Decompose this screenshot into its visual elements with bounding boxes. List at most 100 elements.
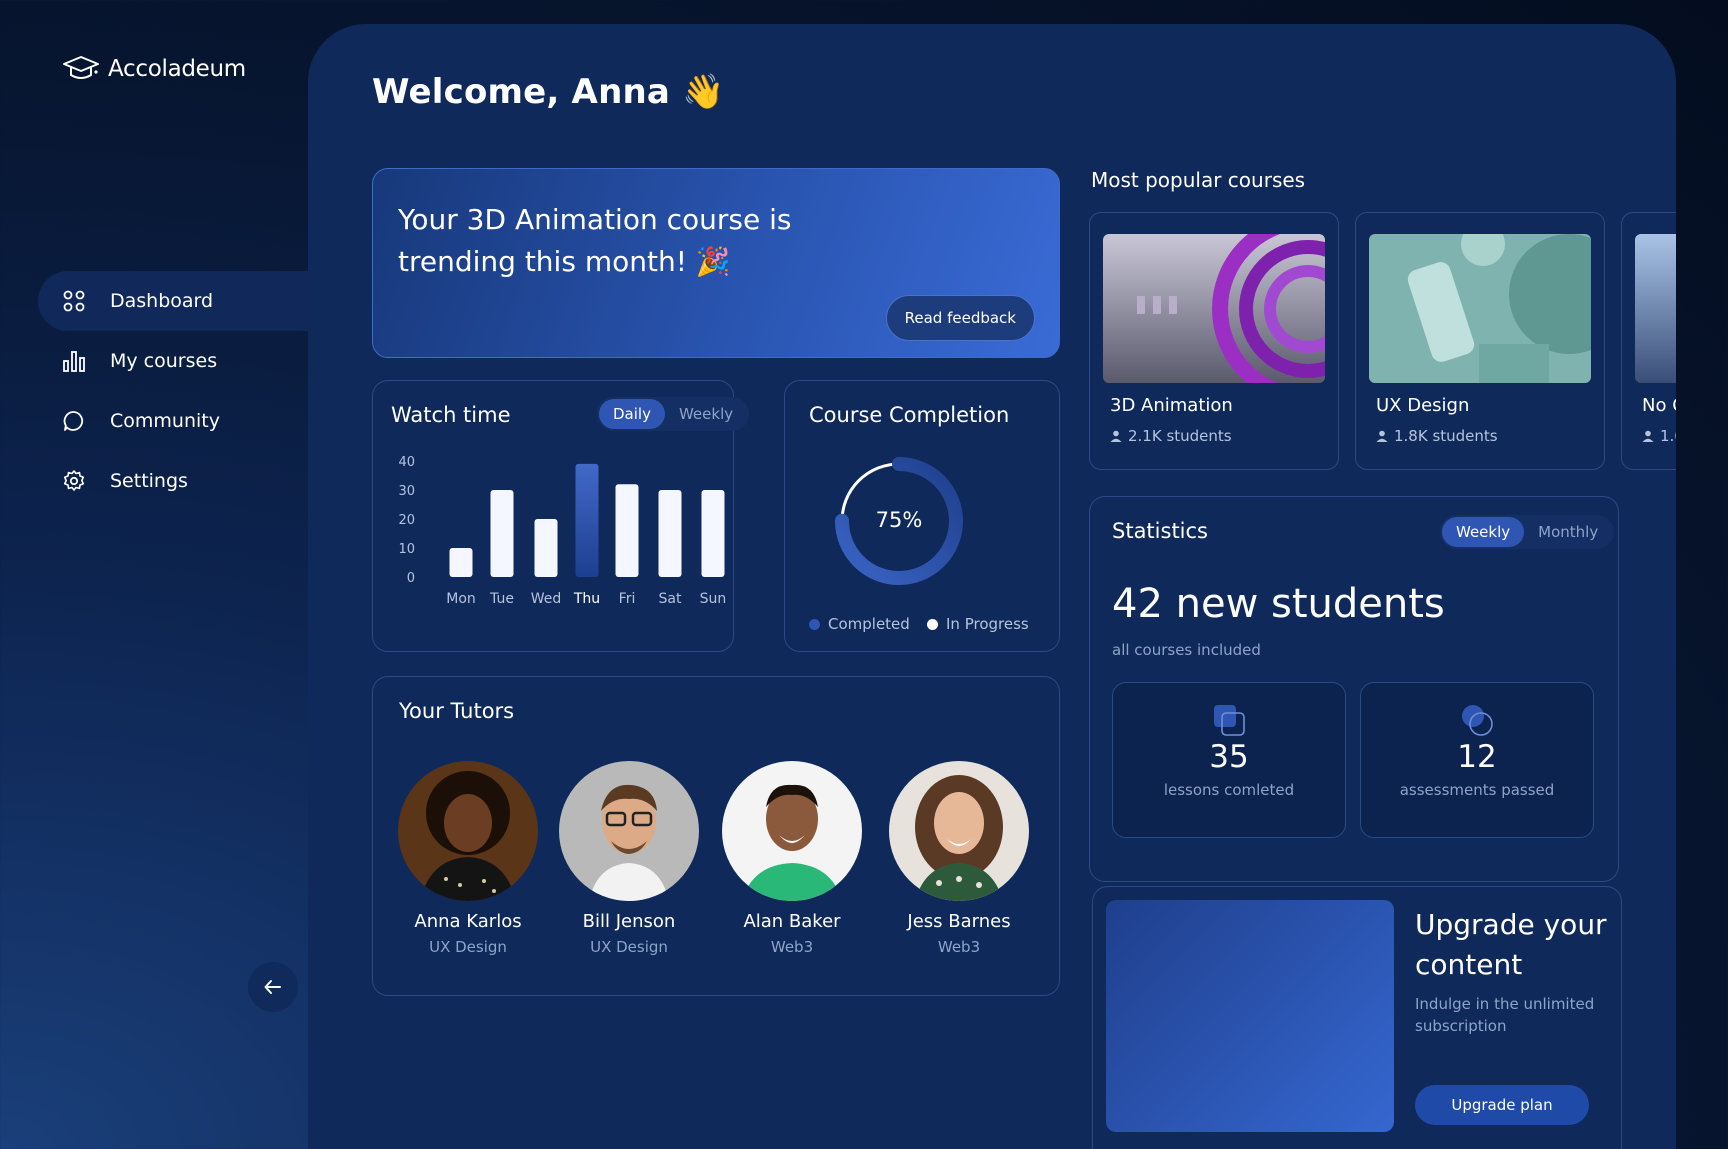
in-progress-dot	[927, 618, 938, 630]
course-thumbnail	[1369, 234, 1591, 383]
y-tick-label: 30	[398, 484, 415, 499]
legend-in-progress: In Progress	[927, 615, 1029, 633]
trending-banner-text: Your 3D Animation course is trending thi…	[398, 203, 792, 278]
gear-icon	[63, 470, 85, 491]
x-tick-label: Thu	[573, 591, 600, 607]
x-tick-label: Tue	[489, 591, 514, 607]
bar-sun[interactable]	[701, 490, 725, 577]
bar-fri[interactable]	[615, 484, 639, 577]
user-icon	[1376, 430, 1388, 442]
course-image	[1635, 234, 1676, 383]
lessons-completed-box: 35 lessons comleted	[1112, 682, 1346, 838]
course-students: 2.1K students	[1110, 427, 1232, 445]
new-students-headline: 42 new students	[1112, 581, 1445, 627]
y-tick-label: 10	[398, 542, 415, 557]
watch-time-chart: 40 30 20 10 0 Mon Tue Wed Thu Fri Sat Sun	[398, 455, 726, 607]
tutor-name: Anna Karlos	[414, 911, 522, 932]
upgrade-illustration	[1106, 900, 1394, 1132]
bar-thu[interactable]	[575, 463, 599, 577]
x-tick-label: Mon	[446, 591, 476, 607]
graduation-cap-icon	[63, 56, 99, 79]
read-feedback-button[interactable]: Read feedback	[885, 295, 1035, 341]
bar-sat[interactable]	[658, 490, 682, 577]
course-name: 3D Animation	[1110, 395, 1233, 416]
sidebar-item-label: My courses	[110, 350, 218, 372]
page-title: Welcome, Anna 👋	[372, 72, 725, 112]
popular-courses-title: Most popular courses	[1091, 168, 1306, 192]
students-count: 2.1K students	[1128, 427, 1232, 445]
course-students: 1.6	[1642, 427, 1676, 445]
watch-time-title: Watch time	[391, 403, 511, 427]
sidebar-nav: Dashboard My courses Community Settings	[38, 271, 308, 511]
y-tick-label: 40	[398, 455, 415, 470]
x-tick-label: Fri	[619, 591, 636, 607]
toggle-weekly[interactable]: Weekly	[665, 399, 747, 429]
sidebar-item-community[interactable]: Community	[38, 391, 308, 451]
legend-label: In Progress	[946, 615, 1029, 633]
sidebar-item-settings[interactable]: Settings	[38, 451, 308, 511]
collapse-sidebar-button[interactable]	[248, 962, 298, 1012]
course-card-ux-design[interactable]: UX Design 1.8K students	[1355, 212, 1605, 470]
tutor-jess-barnes[interactable]: Jess Barnes Web3	[884, 761, 1034, 956]
course-completion-card: Course Completion 75% Completed In Progr…	[784, 380, 1060, 652]
tutor-name: Bill Jenson	[582, 911, 676, 932]
course-image	[1369, 234, 1591, 383]
completion-percent: 75%	[876, 508, 923, 532]
avatar	[722, 761, 862, 901]
x-tick-label: Sat	[659, 591, 682, 607]
course-thumbnail	[1103, 234, 1325, 383]
avatar	[398, 761, 538, 901]
course-image	[1103, 234, 1325, 383]
tutor-anna-karlos[interactable]: Anna Karlos UX Design	[393, 761, 543, 956]
grid-icon	[63, 290, 85, 312]
upgrade-card: Upgrade your content Indulge in the unli…	[1092, 886, 1622, 1149]
party-popper-emoji: 🎉	[695, 245, 731, 278]
tutor-photo	[722, 761, 862, 901]
course-card-partial[interactable]: No C 1.6	[1621, 212, 1676, 470]
bar-tue[interactable]	[490, 490, 514, 577]
x-tick-label: Wed	[531, 591, 562, 607]
watch-time-toggle: Daily Weekly	[597, 397, 750, 431]
y-tick-label: 0	[407, 571, 415, 586]
upgrade-subtitle: Indulge in the unlimited subscription	[1415, 995, 1595, 1035]
bar-wed[interactable]	[534, 519, 558, 577]
app-name: Accoladeum	[108, 56, 246, 82]
sidebar-item-my-courses[interactable]: My courses	[38, 331, 308, 391]
tutor-role: Web3	[770, 938, 814, 956]
tutor-role: UX Design	[590, 938, 668, 956]
welcome-text: Welcome, Anna	[372, 72, 671, 112]
app-logo[interactable]: Accoladeum	[62, 54, 246, 84]
lessons-icon	[1214, 705, 1245, 736]
assessments-icon	[1462, 705, 1493, 736]
completed-dot	[809, 618, 820, 630]
tutor-bill-jenson[interactable]: Bill Jenson UX Design	[554, 761, 704, 956]
assessments-passed-label: assessments passed	[1399, 781, 1555, 799]
user-icon	[1110, 430, 1122, 442]
tutor-name: Jess Barnes	[907, 911, 1011, 932]
assessments-passed-box: 12 assessments passed	[1360, 682, 1594, 838]
sidebar-item-dashboard[interactable]: Dashboard	[38, 271, 308, 331]
statistics-toggle: Weekly Monthly	[1440, 515, 1615, 549]
tutors-card: Your Tutors Anna Karlos UX Design Bill J…	[372, 676, 1060, 996]
completion-donut-chart: 75%	[835, 457, 963, 585]
toggle-daily[interactable]: Daily	[599, 399, 665, 429]
main-panel: Welcome, Anna 👋 Your 3D Animation course…	[308, 24, 1676, 1149]
bar-mon[interactable]	[449, 548, 473, 577]
students-count: 1.8K students	[1394, 427, 1498, 445]
tutor-photo	[889, 761, 1029, 901]
tutor-photo	[559, 761, 699, 901]
lessons-completed-value: 35	[1209, 739, 1249, 775]
course-students: 1.8K students	[1376, 427, 1498, 445]
tutor-alan-baker[interactable]: Alan Baker Web3	[717, 761, 867, 956]
trending-banner: Your 3D Animation course is trending thi…	[372, 168, 1060, 358]
course-card-3d-animation[interactable]: 3D Animation 2.1K students	[1089, 212, 1339, 470]
toggle-monthly[interactable]: Monthly	[1524, 517, 1612, 547]
course-completion-title: Course Completion	[809, 403, 1010, 427]
waving-hand-emoji: 👋	[682, 72, 725, 112]
tutors-title: Your Tutors	[399, 699, 515, 723]
upgrade-plan-button[interactable]: Upgrade plan	[1415, 1085, 1589, 1125]
y-tick-label: 20	[398, 513, 415, 528]
upgrade-title: Upgrade your content	[1415, 908, 1607, 981]
toggle-weekly[interactable]: Weekly	[1442, 517, 1525, 547]
course-name: UX Design	[1376, 395, 1470, 416]
